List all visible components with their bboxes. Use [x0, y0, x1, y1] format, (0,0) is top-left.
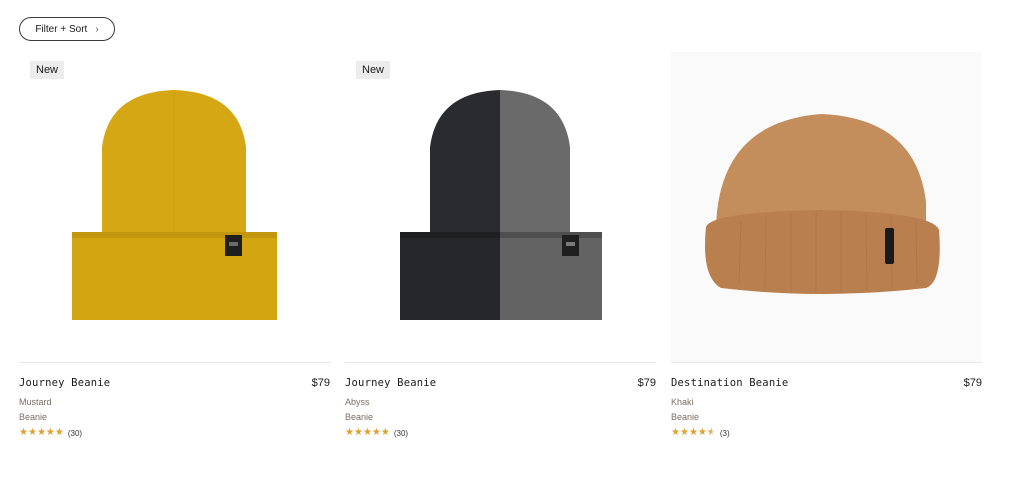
star-icon: ★: [45, 427, 55, 438]
card-divider: [671, 362, 982, 363]
product-category: Beanie: [345, 412, 374, 422]
star-icon: ★: [36, 427, 46, 438]
beanie-mustard-image: [72, 90, 277, 320]
new-badge: New: [356, 61, 391, 79]
card-divider: [345, 362, 656, 363]
beanie-khaki-image: [705, 114, 940, 294]
star-icon: ★: [54, 427, 64, 438]
star-half-icon: ★: [706, 427, 716, 438]
product-price: $79: [963, 377, 982, 389]
product-rating: ★ ★ ★ ★ ★ (3): [671, 428, 982, 438]
product-rating: ★ ★ ★ ★ ★ (30): [345, 428, 656, 438]
star-icon: ★: [671, 427, 680, 438]
card-divider: [19, 362, 330, 363]
star-icon: ★: [688, 427, 698, 438]
product-card[interactable]: New Journey Beanie $79 Mustard Beanie ★ ★…: [19, 52, 330, 438]
product-color: Abyss: [345, 397, 370, 407]
review-count: (3): [719, 428, 730, 438]
star-icon: ★: [19, 427, 28, 438]
product-price: $79: [311, 377, 330, 389]
review-count: (30): [67, 428, 83, 438]
new-badge: New: [30, 61, 65, 79]
stars: ★ ★ ★ ★ ★: [671, 428, 716, 438]
chevron-right-icon: ›: [95, 23, 99, 35]
product-image[interactable]: [671, 52, 982, 362]
star-icon: ★: [345, 427, 354, 438]
product-image[interactable]: New: [19, 52, 330, 362]
star-icon: ★: [27, 427, 37, 438]
product-card[interactable]: New Journey Beanie $79 Abyss Beanie ★ ★ ★ ★…: [345, 52, 656, 438]
product-category: Beanie: [19, 412, 48, 422]
filter-sort-button[interactable]: Filter + Sort ›: [19, 17, 115, 41]
product-color: Mustard: [19, 397, 52, 407]
star-icon: ★: [679, 427, 689, 438]
star-icon: ★: [380, 427, 390, 438]
star-icon: ★: [362, 427, 372, 438]
filter-sort-label: Filter + Sort: [35, 23, 88, 35]
product-name[interactable]: Journey Beanie: [345, 377, 436, 389]
product-name[interactable]: Journey Beanie: [19, 377, 110, 389]
product-card[interactable]: Destination Beanie $79 Khaki Beanie ★ ★ ★ ★…: [671, 52, 982, 438]
beanie-abyss-image: [400, 90, 602, 320]
star-icon: ★: [353, 427, 363, 438]
stars: ★ ★ ★ ★ ★: [345, 428, 390, 438]
stars: ★ ★ ★ ★ ★: [19, 428, 64, 438]
star-icon: ★: [697, 427, 707, 438]
product-category: Beanie: [671, 412, 700, 422]
star-icon: ★: [371, 427, 381, 438]
product-name[interactable]: Destination Beanie: [671, 377, 788, 389]
product-image[interactable]: New: [345, 52, 656, 362]
product-color: Khaki: [671, 397, 694, 407]
product-rating: ★ ★ ★ ★ ★ (30): [19, 428, 330, 438]
review-count: (30): [393, 428, 409, 438]
product-price: $79: [637, 377, 656, 389]
